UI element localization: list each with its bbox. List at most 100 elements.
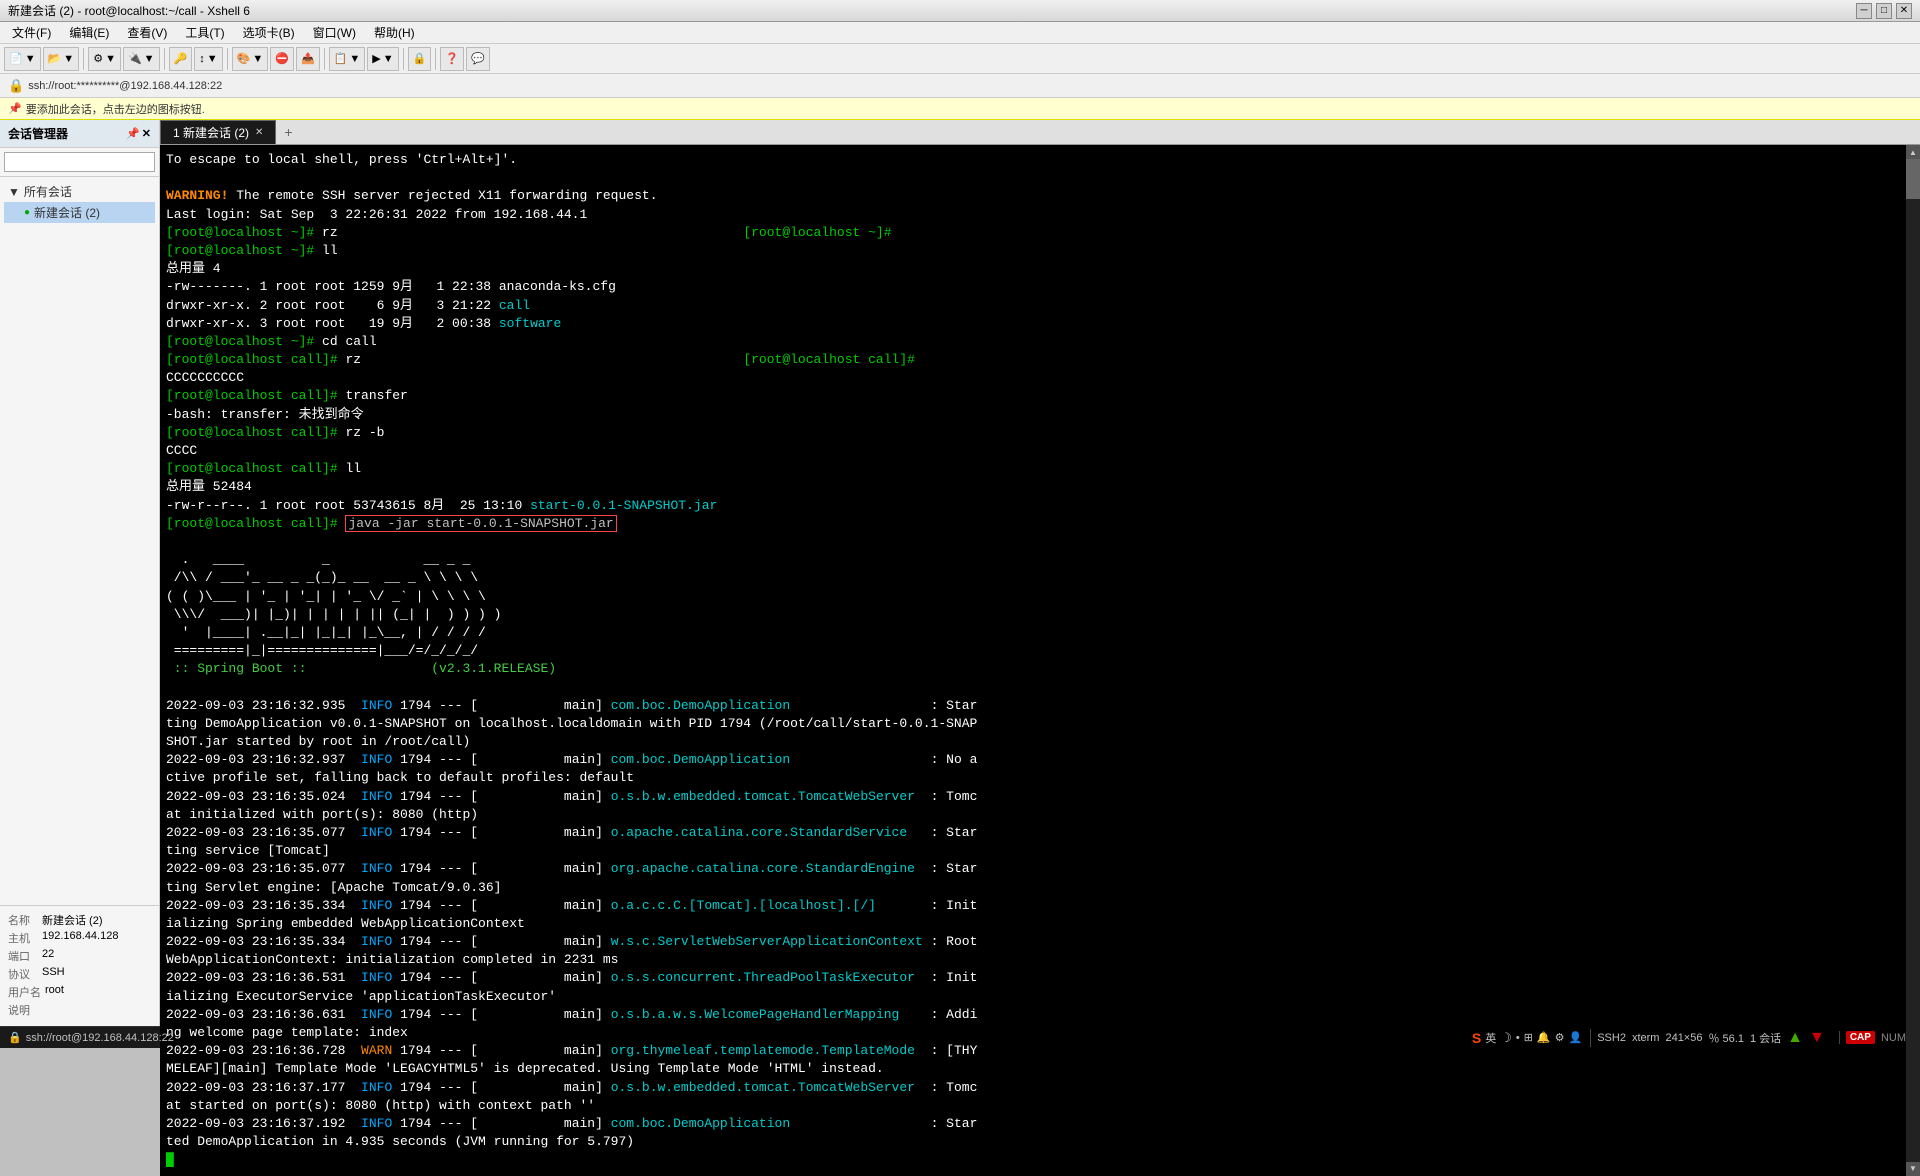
sidebar-search-input[interactable] [4,152,155,172]
info-row-port: 端口 22 [8,948,151,964]
terminal-totalsize: 总用量 4 [166,261,221,276]
menu-window[interactable]: 窗口(W) [305,22,364,43]
terminal-prompt-5: [root@localhost call]# [166,388,338,403]
sidebar-search-area [0,148,159,177]
window-controls: ─ □ ✕ [1856,3,1912,19]
script-icon: 📋 [334,52,348,65]
tray-dot-icon: • [1516,1032,1520,1044]
scroll-up-arrow[interactable]: ▲ [1906,145,1920,159]
notification-bar: 📌 要添加此会话，点击左边的图标按钮. [0,98,1920,120]
toolbar-connect[interactable]: 🔌▼ [123,47,160,71]
info-label-protocol: 协议 [8,966,38,982]
tab-session-1[interactable]: 1 新建会话 (2) ✕ [160,120,276,144]
scroll-thumb[interactable] [1906,159,1920,199]
menu-help[interactable]: 帮助(H) [366,22,423,43]
session-name: 新建会话 (2) [34,204,100,221]
sidebar-tree: ▼ 所有会话 ● 新建会话 (2) [0,177,159,905]
toolbar-sep4 [324,48,325,70]
info-label-host: 主机 [8,930,38,946]
sidebar-title: 会话管理器 [8,125,68,142]
terminal-log-9: 2022-09-03 23:16:36.631 [166,1007,361,1022]
terminal-log-7: 2022-09-03 23:16:35.334 [166,934,361,949]
status-address: ssh://root@192.168.44.128:22 [26,1032,174,1044]
terminal-scrollbar[interactable]: ▲ ▼ [1906,145,1920,1176]
scroll-track[interactable] [1906,159,1920,1162]
toolbar-sep5 [403,48,404,70]
terminal-wrapper: 1 新建会话 (2) ✕ + To escape to local shell,… [160,120,1920,1026]
terminal-log-10: 2022-09-03 23:16:36.728 [166,1043,361,1058]
toolbar-open[interactable]: 📂▼ [43,47,80,71]
sidebar-pin-button[interactable]: 📌 [126,127,140,140]
maximize-button[interactable]: □ [1876,3,1892,19]
terminal-prompt-8: [root@localhost call]# [166,516,338,531]
title-bar: 新建会话 (2) - root@localhost:~/call - Xshel… [0,0,1920,22]
main-area: 会话管理器 📌 ✕ ▼ 所有会话 ● 新建会话 (2) [0,120,1920,1026]
toolbar-new[interactable]: 📄▼ [4,47,41,71]
toolbar-script[interactable]: 📋▼ [329,47,366,71]
menu-view[interactable]: 查看(V) [119,22,175,43]
status-xterm: xterm [1632,1032,1660,1044]
menu-tools[interactable]: 工具(T) [177,22,232,43]
all-sessions-label[interactable]: ▼ 所有会话 [4,181,155,202]
info-value-username: root [45,984,64,1000]
menu-edit[interactable]: 编辑(E) [61,22,117,43]
session-item-1[interactable]: ● 新建会话 (2) [4,202,155,223]
info-row-host: 主机 192.168.44.128 [8,930,151,946]
info-row-username: 用户名 root [8,984,151,1000]
toolbar-help[interactable]: ❓ [440,47,464,71]
prop-icon: ⚙ [93,52,103,65]
tree-expand-icon: ▼ [8,185,20,199]
address-text: ssh://root:**********@192.168.44.128:22 [28,80,1912,92]
status-info-area: SSH2 xterm 241×56 ％ 56.1 1 会话 ▲ ▼ [1590,1029,1831,1047]
toolbar: 📄▼ 📂▼ ⚙▼ 🔌▼ 🔑 ↕▼ 🎨▼ ⛔ 📤 📋▼ ▶▼ 🔒 ❓ 💬 [0,44,1920,74]
status-badges: CAP NUM [1839,1031,1912,1044]
transfer-icon: ↕ [199,53,205,65]
tray-s-icon: S [1472,1030,1481,1046]
close-button[interactable]: ✕ [1896,3,1912,19]
scroll-down-arrow[interactable]: ▼ [1906,1162,1920,1176]
sidebar-header: 会话管理器 📌 ✕ [0,120,159,148]
terminal-log-12: 2022-09-03 23:16:37.192 [166,1116,361,1131]
menu-tabs[interactable]: 选项卡(B) [235,22,303,43]
terminal-cccc: CCCC [166,443,197,458]
info-row-desc: 说明 [8,1002,151,1018]
info-label-username: 用户名 [8,984,41,1000]
terminal[interactable]: To escape to local shell, press 'Ctrl+Al… [160,145,1906,1176]
terminal-spring-boot-label: :: Spring Boot :: (v2.3.1.RELEASE) [166,661,556,676]
toolbar-properties[interactable]: ⚙▼ [88,47,121,71]
terminal-prompt-7: [root@localhost call]# [166,461,338,476]
tray-person-icon: 👤 [1569,1031,1583,1044]
status-cols: 241×56 [1665,1032,1702,1044]
tray-grid-icon: ⊞ [1524,1031,1533,1044]
notification-text: 要添加此会话，点击左边的图标按钮. [26,101,205,117]
toolbar-macro[interactable]: ▶▼ [367,47,398,71]
status-arrow-up: ▲ [1787,1029,1803,1047]
macro-icon: ▶ [372,52,380,65]
sidebar-close-button[interactable]: ✕ [142,127,151,140]
toolbar-key[interactable]: 🔑 [169,47,193,71]
info-label-desc: 说明 [8,1002,38,1018]
tab-close-button[interactable]: ✕ [255,127,263,138]
toolbar-stop[interactable]: ⛔ [270,47,294,71]
tab-add-button[interactable]: + [276,120,300,144]
connect-icon: 🔌 [128,52,142,65]
toolbar-chat[interactable]: 💬 [466,47,490,71]
toolbar-lock[interactable]: 🔒 [408,47,432,71]
status-arrow-down: ▼ [1809,1029,1825,1047]
system-tray: S 英 ☽ • ⊞ 🔔 ⚙ 👤 [1472,1030,1582,1046]
terminal-file-3: drwxr-xr-x. 3 root root 19 9月 2 00:38 [166,316,499,331]
tray-lang: 英 [1485,1030,1496,1046]
toolbar-send[interactable]: 📤 [296,47,320,71]
terminal-log-5: 2022-09-03 23:16:35.077 [166,861,361,876]
tree-group-all: ▼ 所有会话 ● 新建会话 (2) [4,181,155,223]
color-icon: 🎨 [237,52,251,65]
terminal-file-1: -rw-------. 1 root root 1259 9月 1 22:38 … [166,279,616,294]
toolbar-transfer[interactable]: ↕▼ [194,47,222,71]
info-label-name: 名称 [8,912,38,928]
info-value-port: 22 [42,948,54,964]
window-title: 新建会话 (2) - root@localhost:~/call - Xshel… [8,2,250,19]
toolbar-color[interactable]: 🎨▼ [232,47,269,71]
minimize-button[interactable]: ─ [1856,3,1872,19]
menu-file[interactable]: 文件(F) [4,22,59,43]
num-badge: NUM [1881,1032,1906,1044]
